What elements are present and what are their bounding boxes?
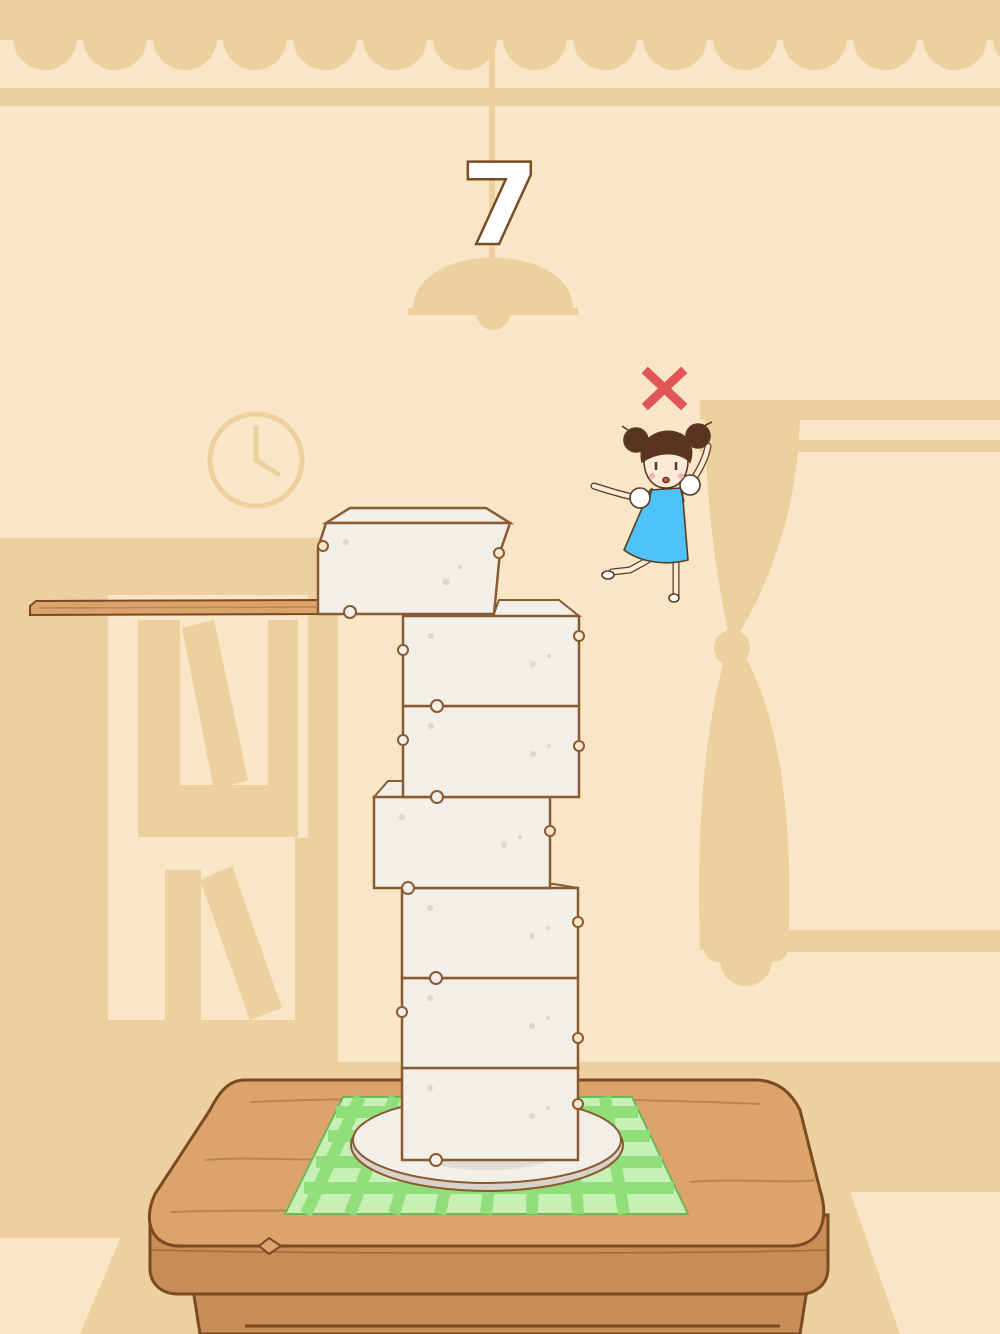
tofu-block [396, 976, 584, 1070]
tofu-block [397, 704, 585, 804]
tofu-block [400, 1066, 584, 1167]
wooden-spatula [29, 598, 321, 617]
sliding-tofu-block [316, 506, 515, 619]
tofu-stack [371, 599, 585, 1167]
game-scene[interactable] [0, 0, 1000, 1334]
tofu-block [400, 883, 584, 985]
tofu-block [397, 599, 585, 713]
